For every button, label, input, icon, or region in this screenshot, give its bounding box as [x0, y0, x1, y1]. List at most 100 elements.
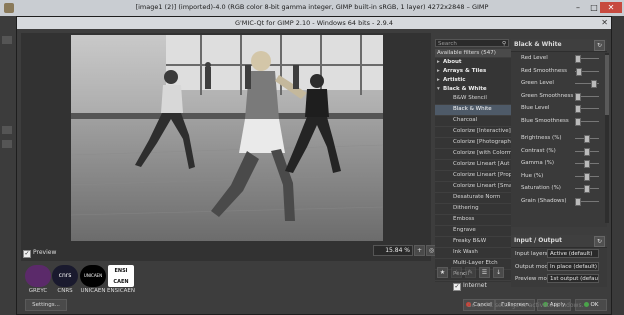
filter-item[interactable]: Colorize Lineart [Prop: [435, 171, 511, 182]
parameter-label: Hue (%): [521, 172, 544, 179]
category-label: Black & White: [443, 86, 487, 92]
tool-icon[interactable]: [2, 126, 12, 134]
slider-knob[interactable]: [584, 160, 590, 168]
visibility-icon[interactable]: ☰: [479, 267, 490, 278]
filter-item[interactable]: Dithering: [435, 204, 511, 215]
parameter-label: Blue Level: [521, 105, 550, 111]
filter-category[interactable]: ▾ Black & White: [435, 85, 511, 94]
filters-tree[interactable]: ▸ About ▸ Arrays & Tiles ▸ Artistic ▾ Black & W…: [435, 58, 511, 282]
slider-knob[interactable]: [584, 185, 590, 193]
reset-parameters-icon[interactable]: ↻: [594, 40, 605, 51]
parameter-label: Red Smoothness: [521, 67, 568, 74]
io-row: Preview mode 1st output (default): [511, 273, 607, 286]
ok-label: OK: [590, 302, 599, 308]
parameter-label: Saturation (%): [521, 185, 561, 191]
input-output-panel: Input / Output ↻ Input layers Active (def…: [511, 235, 607, 287]
add-fave-icon[interactable]: ★: [437, 267, 448, 278]
gimp-toolbox-strip: [0, 16, 16, 315]
slider-knob[interactable]: [584, 135, 590, 143]
greyc-logo-icon: [25, 265, 51, 287]
checkbox-icon[interactable]: ✓: [23, 250, 31, 258]
search-input[interactable]: Search ⚲: [435, 39, 509, 47]
filter-item[interactable]: Colorize [Photograph: [435, 138, 511, 149]
slider-knob[interactable]: [584, 172, 590, 181]
parameter-rows: Red Level Red Smoothness Green Level Green …: [511, 52, 607, 207]
filter-item[interactable]: Ink Wash: [435, 248, 511, 259]
slider-knob[interactable]: [575, 55, 582, 63]
io-title: Input / Output ↻: [511, 235, 607, 248]
filter-category[interactable]: ▸ Arrays & Tiles: [435, 67, 511, 76]
slider-knob[interactable]: [576, 67, 583, 76]
search-placeholder: Search: [438, 41, 457, 47]
filters-panel: Search ⚲ Available filters (547) ▸ About ▸…: [435, 39, 511, 282]
parameters-scrollbar[interactable]: [605, 53, 609, 223]
dialog-title-bar: G'MIC-Qt for GIMP 2.10 - Windows 64 bits…: [17, 17, 611, 29]
rename-fave-icon[interactable]: ✎: [465, 267, 476, 278]
preview-image[interactable]: [71, 35, 383, 241]
parameter-label: Green Smoothness: [521, 92, 574, 99]
close-button[interactable]: ✕: [600, 2, 622, 13]
dialog-close-icon[interactable]: ✕: [601, 17, 608, 29]
filter-category[interactable]: ▸ Artistic: [435, 76, 511, 85]
parameter-row: Brightness (%): [511, 132, 607, 145]
filter-category[interactable]: ▸ About: [435, 58, 511, 67]
filter-item[interactable]: Desaturate Norm: [435, 193, 511, 204]
io-select[interactable]: 1st output (default): [547, 274, 599, 283]
minimize-button[interactable]: –: [571, 2, 585, 13]
io-reset-icon[interactable]: ↻: [594, 236, 605, 247]
io-select[interactable]: Active (default): [547, 249, 599, 258]
filter-item[interactable]: B&W Stencil: [435, 94, 511, 105]
slider-knob[interactable]: [575, 197, 582, 206]
io-label: Output mode: [515, 263, 552, 270]
parameter-row: Green Smoothness: [511, 90, 607, 103]
filter-item[interactable]: Emboss: [435, 215, 511, 226]
slider-knob[interactable]: [575, 105, 582, 113]
internet-checkbox[interactable]: ✓ Internet: [453, 282, 487, 291]
parameter-row: Red Level: [511, 52, 607, 65]
checkbox-icon[interactable]: ✓: [453, 283, 461, 291]
slider-knob[interactable]: [584, 147, 590, 156]
filter-item[interactable]: Colorize [with Colorm: [435, 149, 511, 160]
io-select[interactable]: In place (default): [547, 261, 599, 271]
filter-item[interactable]: Colorize Lineart [Smar: [435, 182, 511, 193]
internet-label: Internet: [463, 282, 487, 289]
preview-checkbox[interactable]: ✓ Preview: [23, 249, 56, 258]
download-icon[interactable]: ↓: [493, 267, 504, 278]
io-row: Output mode In place (default): [511, 261, 607, 274]
maximize-button[interactable]: □: [587, 2, 601, 13]
io-rows: Input layers Active (default) Output mode I…: [511, 248, 607, 286]
io-title-label: Input / Output: [514, 237, 562, 244]
filter-item[interactable]: Colorize [Interactive]: [435, 127, 511, 138]
filter-item[interactable]: Engrave: [435, 226, 511, 237]
parameter-row: Gamma (%): [511, 157, 607, 170]
ensicaen-logo-icon: ENSI CAEN: [108, 265, 134, 287]
filter-item[interactable]: Black & White: [435, 105, 511, 116]
filter-item[interactable]: Charcoal: [435, 116, 511, 127]
filters-header[interactable]: Available filters (547): [435, 49, 511, 57]
slider-knob[interactable]: [575, 92, 582, 101]
filter-item[interactable]: Freaky B&W: [435, 237, 511, 248]
gimp-window-title: [image1 (2)] (imported)-4.0 (RGB color 8…: [135, 3, 489, 11]
scroll-thumb[interactable]: [605, 55, 609, 115]
io-row: Input layers Active (default): [511, 248, 607, 261]
parameter-row: Contrast (%): [511, 145, 607, 158]
parameter-label: Grain (Shadows): [521, 197, 567, 204]
preview-label: Preview: [33, 249, 57, 256]
parameter-row: Red Smoothness: [511, 65, 607, 78]
gmic-dialog: G'MIC-Qt for GIMP 2.10 - Windows 64 bits…: [16, 16, 612, 315]
zoom-in-icon[interactable]: +: [414, 245, 425, 256]
parameter-label: Green Level: [521, 80, 554, 86]
parameter-row: Green Level: [511, 77, 607, 90]
slider-knob[interactable]: [575, 117, 582, 126]
tool-icon[interactable]: [2, 140, 12, 148]
parameter-label: Gamma (%): [521, 160, 554, 166]
category-label: About: [443, 59, 462, 65]
settings-button[interactable]: Settings...: [25, 299, 67, 311]
tool-icon[interactable]: [2, 36, 12, 44]
ok-icon: [583, 301, 589, 307]
zoom-value[interactable]: 15.84 %: [373, 245, 413, 256]
parameter-row: Blue Smoothness: [511, 115, 607, 128]
slider-knob[interactable]: [590, 80, 597, 88]
filter-item[interactable]: Colorize Lineart [Aut: [435, 160, 511, 171]
remove-fave-icon[interactable]: ☆: [451, 267, 462, 278]
